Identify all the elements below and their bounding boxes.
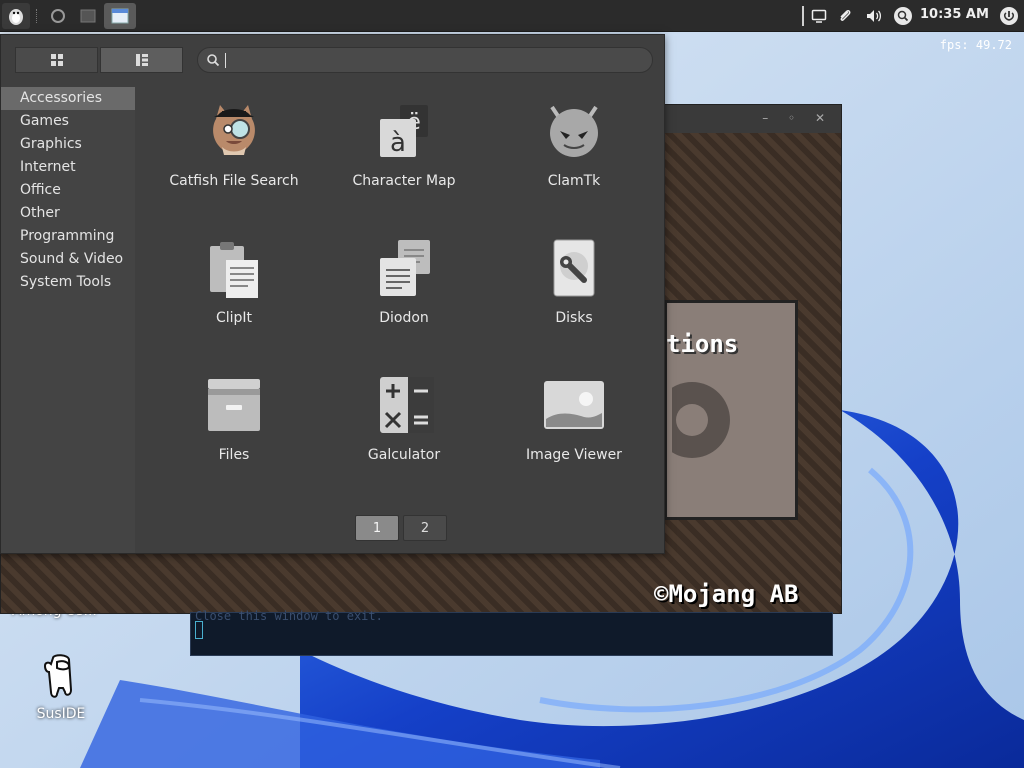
view-mode-toggle	[15, 47, 183, 73]
search-box[interactable]	[197, 47, 653, 73]
terminal-output: Close this window to exit.	[195, 609, 383, 623]
application-menu: Accessories Games Graphics Internet Offi…	[0, 34, 665, 554]
search-input[interactable]	[224, 50, 648, 72]
category-sound-video[interactable]: Sound & Video	[1, 248, 135, 271]
disks-icon	[553, 239, 595, 297]
tray-screen[interactable]	[810, 6, 828, 26]
window-icon	[111, 8, 129, 24]
search-icon	[207, 54, 220, 67]
files-icon	[208, 379, 260, 431]
fps-counter: fps: 49.72	[939, 38, 1012, 52]
panel-launcher-terminal[interactable]	[74, 3, 102, 29]
catfish-icon	[213, 105, 255, 155]
app-tile-image-viewer[interactable]: Image Viewer	[489, 375, 659, 485]
tray-volume[interactable]	[864, 6, 884, 26]
app-menu-button[interactable]	[2, 3, 30, 29]
app-tile-diodon[interactable]: Diodon	[319, 238, 489, 348]
tray-separator	[802, 6, 804, 26]
panel-launcher-window[interactable]	[104, 3, 136, 29]
terminal-icon	[80, 9, 96, 23]
app-tile-files[interactable]: Files	[149, 375, 319, 485]
category-graphics[interactable]: Graphics	[1, 133, 135, 156]
category-list: Accessories Games Graphics Internet Offi…	[1, 87, 135, 553]
power-icon	[1000, 7, 1018, 25]
paperclip-icon	[840, 10, 851, 21]
app-label: ClamTk	[547, 173, 601, 189]
volume-icon	[867, 10, 882, 22]
category-system-tools[interactable]: System Tools	[1, 271, 135, 294]
minecraft-options-label: tions	[666, 330, 739, 358]
app-tile-character-map[interactable]: ë à Character Map	[319, 101, 489, 211]
app-label: Files	[218, 447, 250, 463]
mojang-copyright: ©Mojang AB	[654, 580, 799, 608]
svg-text:à: à	[390, 128, 406, 158]
grid-view-button[interactable]	[15, 47, 98, 73]
clamtk-icon	[550, 105, 598, 157]
search-icon	[894, 7, 912, 25]
app-label: Diodon	[379, 310, 429, 326]
window-controls-icon[interactable]: – ◦ ✕	[762, 111, 833, 125]
terminal-window[interactable]: Close this window to exit.	[190, 609, 833, 656]
page-switcher: 1 2	[355, 515, 451, 541]
terminal-cursor	[195, 621, 203, 639]
app-label: Image Viewer	[526, 447, 622, 463]
penguin-logo-icon	[9, 9, 23, 25]
text-caret	[225, 53, 226, 68]
app-tile-clamtk[interactable]: ClamTk	[489, 101, 659, 211]
app-tile-catfish[interactable]: Catfish File Search	[149, 101, 319, 211]
display-icon	[811, 9, 827, 23]
app-label: Galculator	[367, 447, 441, 463]
category-office[interactable]: Office	[1, 179, 135, 202]
character-map-icon: ë à	[380, 105, 428, 158]
diodon-icon	[380, 240, 430, 296]
tray-power[interactable]	[998, 6, 1020, 26]
amongus-icon	[43, 654, 73, 698]
category-other[interactable]: Other	[1, 202, 135, 225]
app-tile-clipit[interactable]: ClipIt	[149, 238, 319, 348]
app-label: Disks	[555, 310, 593, 326]
power-circle-icon	[51, 9, 65, 23]
tray-clip[interactable]	[836, 6, 854, 26]
category-accessories[interactable]: Accessories	[1, 87, 135, 110]
page-button-1[interactable]: 1	[355, 515, 399, 541]
app-label: Character Map	[352, 173, 456, 189]
grid-icon	[50, 54, 63, 66]
panel-launcher-power[interactable]	[44, 3, 72, 29]
panel-separator	[36, 9, 38, 23]
page-button-2[interactable]: 2	[403, 515, 447, 541]
clipit-icon	[210, 242, 258, 298]
image-viewer-icon	[544, 381, 604, 429]
app-label: Catfish File Search	[169, 173, 299, 189]
desktop-icon-susIDE[interactable]: SusIDE	[28, 652, 94, 722]
galculator-icon	[380, 377, 434, 433]
category-internet[interactable]: Internet	[1, 156, 135, 179]
app-tile-galculator[interactable]: Galculator	[319, 375, 489, 485]
top-panel: 10:35 AM	[0, 0, 1024, 32]
tray-search[interactable]	[892, 6, 914, 26]
app-label: ClipIt	[215, 310, 253, 326]
category-view-button[interactable]	[100, 47, 183, 73]
panel-clock[interactable]: 10:35 AM	[920, 7, 989, 22]
category-games[interactable]: Games	[1, 110, 135, 133]
gear-icon	[672, 382, 730, 458]
list-grid-icon	[135, 54, 148, 66]
app-tile-disks[interactable]: Disks	[489, 238, 659, 348]
category-programming[interactable]: Programming	[1, 225, 135, 248]
desktop-icon-label-susIDE: SusIDE	[36, 706, 86, 722]
